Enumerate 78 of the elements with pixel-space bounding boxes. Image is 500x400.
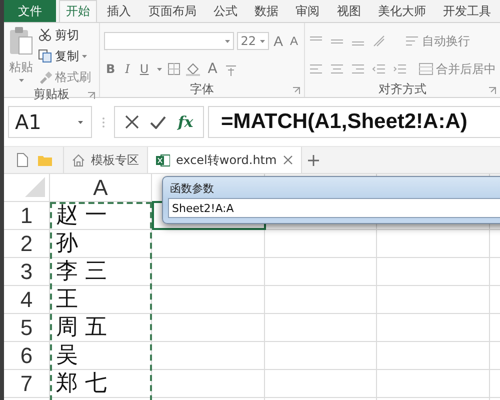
fill-bucket-icon[interactable] bbox=[186, 62, 200, 76]
table-cell: 孙 bbox=[50, 230, 152, 258]
font-name-field[interactable] bbox=[104, 32, 234, 50]
caret-icon bbox=[224, 40, 230, 42]
table-cell: 赵 一 bbox=[50, 202, 152, 230]
orientation-icon[interactable] bbox=[372, 35, 386, 47]
select-all-icon[interactable] bbox=[25, 177, 45, 197]
ribbon-tab[interactable]: 审阅 bbox=[288, 0, 327, 22]
argument-field[interactable]: Sheet2!A:A bbox=[168, 198, 500, 218]
copy-button[interactable]: 复制 bbox=[55, 48, 79, 64]
caret-icon bbox=[18, 79, 24, 82]
row-header[interactable]: 4 bbox=[4, 286, 50, 314]
new-document-icon[interactable] bbox=[17, 153, 28, 167]
caret-icon bbox=[260, 40, 265, 42]
increase-indent-icon[interactable] bbox=[393, 64, 407, 74]
grow-font-button[interactable]: A bbox=[272, 33, 285, 49]
dialog-title: 函数参数 bbox=[169, 180, 215, 196]
launcher-icon[interactable] bbox=[293, 87, 300, 94]
ribbon-tab[interactable]: 开始 bbox=[59, 0, 98, 22]
border-icon[interactable] bbox=[168, 63, 180, 75]
cancel-icon[interactable] bbox=[124, 115, 139, 129]
home-icon bbox=[72, 154, 85, 166]
bold-button[interactable]: B bbox=[104, 62, 118, 76]
insert-function-button[interactable]: fx bbox=[178, 113, 194, 131]
row-header[interactable]: 2 bbox=[4, 230, 50, 258]
check-icon[interactable] bbox=[150, 116, 166, 128]
row-header[interactable]: 6 bbox=[4, 342, 50, 370]
row-header[interactable]: 1 bbox=[4, 202, 50, 230]
launcher-icon[interactable] bbox=[88, 92, 95, 99]
decrease-indent-icon[interactable] bbox=[372, 64, 386, 74]
copy-icon bbox=[38, 49, 52, 63]
brush-icon bbox=[38, 70, 52, 84]
caret-icon bbox=[82, 54, 87, 58]
cut-button[interactable]: 剪切 bbox=[55, 26, 79, 44]
scissors-icon bbox=[38, 28, 52, 42]
name-box[interactable]: A1 bbox=[8, 106, 92, 138]
column-header[interactable]: A bbox=[50, 174, 152, 202]
ribbon-tab[interactable]: 数据 bbox=[248, 0, 286, 22]
ribbon-tab[interactable]: 页面布局 bbox=[141, 0, 204, 22]
italic-button[interactable]: I bbox=[123, 62, 132, 76]
ribbon-tab[interactable]: 视图 bbox=[330, 0, 368, 22]
font-size-field[interactable]: 22 bbox=[236, 32, 269, 50]
document-tab[interactable]: excel转word.htm bbox=[147, 147, 302, 173]
caret-icon bbox=[156, 68, 162, 70]
group-label: 剪贴板 bbox=[34, 86, 70, 102]
close-icon[interactable] bbox=[282, 155, 293, 165]
row-header[interactable]: 7 bbox=[4, 370, 50, 398]
spreadsheet-icon bbox=[156, 154, 170, 166]
file-tab[interactable]: 文件 bbox=[4, 0, 56, 22]
phonetic-icon[interactable] bbox=[225, 62, 238, 76]
group-label: 字体 bbox=[190, 80, 214, 98]
table-cell: 吴 bbox=[50, 342, 152, 370]
ribbon-tab[interactable]: 开发工具 bbox=[436, 0, 498, 22]
align-center-icon[interactable] bbox=[330, 64, 344, 74]
ribbon-tab[interactable]: 美化大师 bbox=[370, 0, 433, 22]
shrink-font-button[interactable]: A bbox=[288, 34, 300, 48]
align-right-icon[interactable] bbox=[351, 64, 365, 74]
group-label: 对齐方式 bbox=[378, 80, 426, 98]
font-color-button[interactable]: A bbox=[206, 61, 220, 77]
paste-icon bbox=[8, 26, 34, 56]
folder-icon[interactable] bbox=[38, 154, 52, 166]
underline-button[interactable]: U bbox=[138, 62, 151, 76]
add-tab-icon[interactable] bbox=[308, 154, 319, 166]
ribbon-tab[interactable]: 公式 bbox=[206, 0, 244, 22]
formula-field[interactable]: =MATCH(A1,Sheet2!A:A) bbox=[208, 106, 500, 138]
caret-icon bbox=[78, 120, 83, 124]
row-header[interactable]: 5 bbox=[4, 314, 50, 342]
launcher-icon[interactable] bbox=[489, 87, 496, 94]
table-cell: 郑 七 bbox=[50, 370, 152, 398]
table-cell: 王 bbox=[50, 286, 152, 314]
grip-icon bbox=[102, 116, 105, 128]
table-cell: 周 五 bbox=[50, 314, 152, 342]
row-header[interactable]: 3 bbox=[4, 258, 50, 286]
table-cell: 李 三 bbox=[50, 258, 152, 286]
ribbon-tab[interactable]: 插入 bbox=[100, 0, 138, 22]
wrap-text-icon bbox=[405, 35, 419, 47]
merge-cells-icon bbox=[419, 63, 433, 75]
align-left-icon[interactable] bbox=[309, 64, 323, 74]
